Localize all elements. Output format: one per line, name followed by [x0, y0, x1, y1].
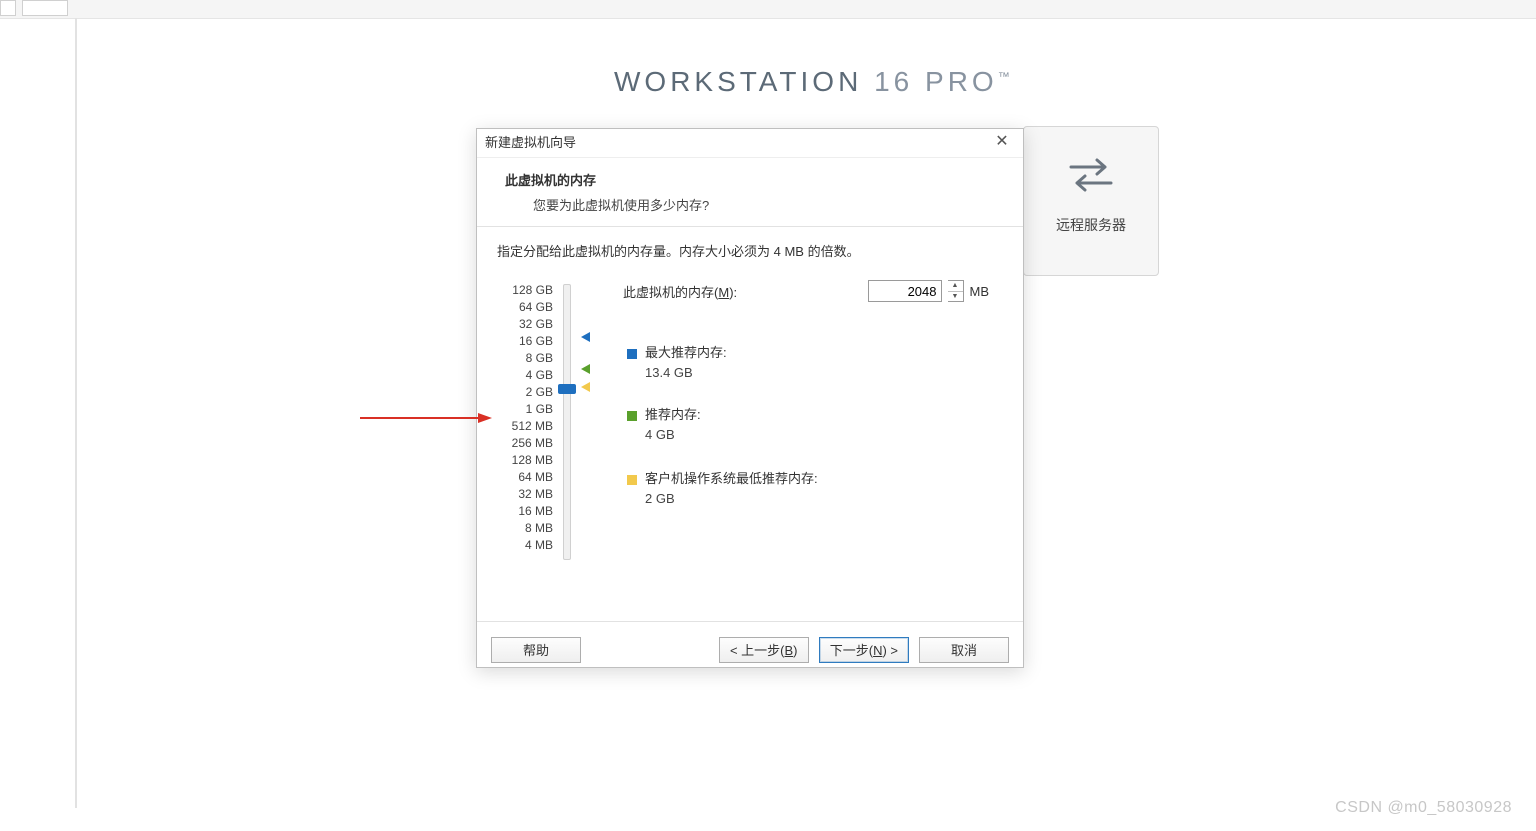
spinner-up-icon[interactable]: ▲ [948, 281, 963, 292]
legend-rec-swatch [627, 411, 637, 421]
transfer-icon [1065, 155, 1117, 195]
memory-tick: 64 MB [495, 469, 553, 486]
legend-max-value: 13.4 GB [645, 365, 727, 380]
memory-tick: 4 GB [495, 367, 553, 384]
memory-area: 128 GB64 GB32 GB16 GB8 GB4 GB2 GB1 GB512… [495, 282, 1005, 582]
dialog-body: 指定分配给此虚拟机的内存量。内存大小必须为 4 MB 的倍数。 128 GB64… [477, 241, 1023, 621]
legend-min-value: 2 GB [645, 491, 818, 506]
annotation-arrow [360, 411, 492, 425]
dialog-heading: 此虚拟机的内存 [505, 170, 995, 189]
marker-min-icon [581, 382, 590, 392]
memory-slider[interactable] [557, 284, 577, 574]
legend-rec-value: 4 GB [645, 427, 701, 442]
memory-tick: 4 MB [495, 537, 553, 554]
memory-slider-thumb[interactable] [558, 384, 576, 394]
legend-min-swatch [627, 475, 637, 485]
memory-tick: 8 MB [495, 520, 553, 537]
dialog-separator [477, 226, 1023, 227]
memory-slider-track[interactable] [563, 284, 571, 560]
left-pane-divider [75, 18, 77, 808]
remote-server-card[interactable]: 远程服务器 [1023, 126, 1159, 276]
top-toolbar [0, 0, 1536, 19]
spinner-down-icon[interactable]: ▼ [948, 292, 963, 302]
toolbar-button-2[interactable] [22, 0, 68, 16]
memory-tick: 16 GB [495, 333, 553, 350]
memory-tick: 128 MB [495, 452, 553, 469]
legend-max: 最大推荐内存: 13.4 GB [627, 342, 727, 380]
watermark: CSDN @m0_58030928 [1335, 799, 1512, 817]
new-vm-wizard-dialog: 新建虚拟机向导 ✕ 此虚拟机的内存 您要为此虚拟机使用多少内存? 指定分配给此虚… [476, 128, 1024, 668]
next-button[interactable]: 下一步(N) > [819, 637, 909, 663]
marker-rec-icon [581, 364, 590, 374]
memory-tick: 256 MB [495, 435, 553, 452]
memory-input[interactable] [868, 280, 942, 302]
memory-tick: 8 GB [495, 350, 553, 367]
memory-tick: 32 GB [495, 316, 553, 333]
memory-tick: 1 GB [495, 401, 553, 418]
cancel-button[interactable]: 取消 [919, 637, 1009, 663]
toolbar-button-1[interactable] [0, 0, 16, 16]
legend-max-swatch [627, 349, 637, 359]
dialog-header: 此虚拟机的内存 您要为此虚拟机使用多少内存? [477, 158, 1023, 226]
dialog-footer: 帮助 < 上一步(B) 下一步(N) > 取消 [477, 621, 1023, 667]
memory-tick: 512 MB [495, 418, 553, 435]
brand-title: WORKSTATION 16 PRO™ [614, 66, 1010, 98]
back-button[interactable]: < 上一步(B) [719, 637, 809, 663]
memory-tick: 64 GB [495, 299, 553, 316]
memory-right-column: 此虚拟机的内存(M): ▲ ▼ MB [623, 282, 1005, 301]
memory-spinner[interactable]: ▲ ▼ [948, 280, 964, 302]
marker-max-icon [581, 332, 590, 342]
dialog-subheading: 您要为此虚拟机使用多少内存? [505, 195, 995, 214]
memory-unit: MB [970, 284, 990, 299]
memory-tick: 32 MB [495, 486, 553, 503]
memory-tick: 16 MB [495, 503, 553, 520]
dialog-title: 新建虚拟机向导 [485, 135, 576, 150]
memory-input-label: 此虚拟机的内存(M): [623, 285, 737, 300]
remote-server-label: 远程服务器 [1024, 215, 1158, 235]
help-button[interactable]: 帮助 [491, 637, 581, 663]
memory-tick: 128 GB [495, 282, 553, 299]
legend-min: 客户机操作系统最低推荐内存: 2 GB [627, 468, 818, 506]
memory-input-row: ▲ ▼ MB [868, 280, 990, 302]
legend-rec: 推荐内存: 4 GB [627, 404, 701, 442]
dialog-titlebar[interactable]: 新建虚拟机向导 ✕ [477, 129, 1023, 158]
close-icon[interactable]: ✕ [985, 131, 1019, 153]
memory-tick: 2 GB [495, 384, 553, 401]
memory-tick-labels: 128 GB64 GB32 GB16 GB8 GB4 GB2 GB1 GB512… [495, 282, 553, 554]
memory-instruction: 指定分配给此虚拟机的内存量。内存大小必须为 4 MB 的倍数。 [497, 241, 1005, 260]
